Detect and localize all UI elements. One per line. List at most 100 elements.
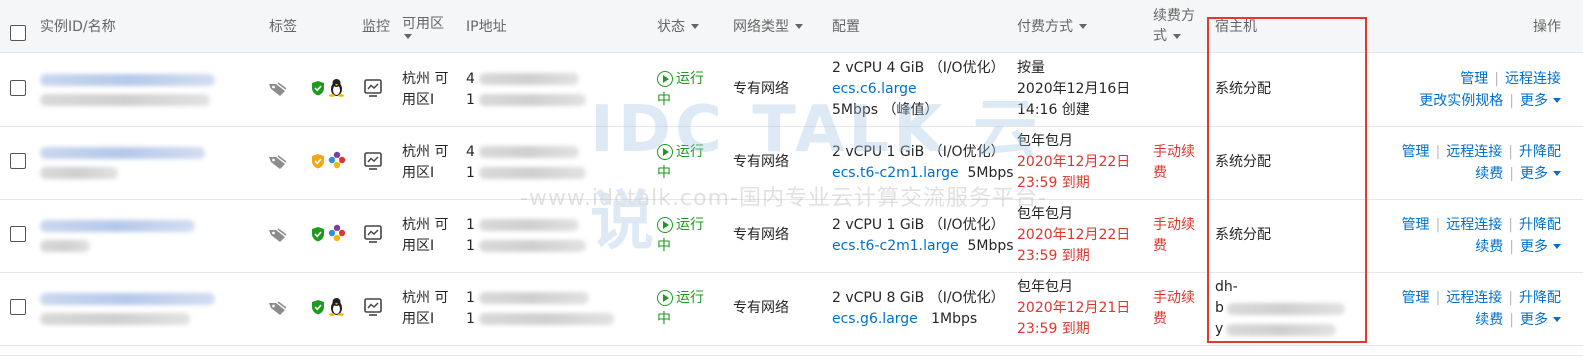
- instance-id-cell[interactable]: [40, 126, 220, 199]
- row-checkbox[interactable]: [10, 153, 26, 169]
- renew-link[interactable]: 续费: [1475, 312, 1503, 328]
- instance-id-link[interactable]: [40, 146, 205, 159]
- remote-connect-link[interactable]: 远程连接: [1446, 290, 1502, 306]
- renew-line2: 费: [1153, 164, 1167, 181]
- security-shield-icon[interactable]: [311, 80, 325, 96]
- upgrade-downgrade-link[interactable]: 升降配: [1519, 217, 1561, 233]
- instance-type-link[interactable]: ecs.g6.large: [832, 311, 918, 327]
- status-filter-caret-icon[interactable]: [691, 23, 699, 29]
- status-line1: 运行: [676, 143, 704, 160]
- renew-link[interactable]: 续费: [1475, 239, 1503, 255]
- zone-line2: 用区I: [402, 310, 435, 327]
- zone-line2: 用区I: [402, 237, 435, 254]
- monitor-chart-icon[interactable]: [364, 152, 382, 170]
- instance-id-cell[interactable]: [40, 199, 220, 272]
- monitor-chart-icon[interactable]: [364, 298, 382, 316]
- ip-private-prefix: 1: [466, 91, 475, 108]
- ip-cell: 1 1: [466, 199, 586, 272]
- manage-link[interactable]: 管理: [1402, 217, 1430, 233]
- expire-time: 23:59 到期: [1017, 248, 1090, 264]
- zone-cell: 杭州 可 用区I: [402, 53, 448, 126]
- billing-filter-caret-icon[interactable]: [1079, 23, 1087, 29]
- tag-icon[interactable]: [268, 81, 288, 97]
- zone-line1: 杭州 可: [402, 70, 449, 87]
- header-renew[interactable]: 续费方 式: [1153, 0, 1195, 52]
- renew-link[interactable]: 续费: [1475, 166, 1503, 182]
- ip-private-masked: [478, 167, 586, 179]
- zone-line1: 杭州 可: [402, 289, 449, 306]
- header-billing[interactable]: 付费方式: [1017, 0, 1087, 52]
- row-checkbox[interactable]: [10, 226, 26, 242]
- monitor-chart-icon[interactable]: [364, 225, 382, 243]
- bandwidth: 5Mbps: [967, 164, 1014, 181]
- instance-type-link[interactable]: ecs.t6-c2m1.large: [832, 165, 959, 181]
- network-filter-caret-icon[interactable]: [795, 23, 803, 29]
- separator: |: [1435, 216, 1441, 233]
- ip-public-prefix: 4: [466, 143, 475, 160]
- separator: |: [1508, 216, 1513, 233]
- instance-id-cell[interactable]: [40, 272, 220, 345]
- renew-line1: 手动续: [1153, 289, 1195, 306]
- instance-id-cell[interactable]: [40, 53, 220, 126]
- select-all-checkbox[interactable]: [10, 25, 26, 41]
- host-line1: dh-: [1215, 279, 1238, 295]
- more-dropdown[interactable]: 更多: [1520, 239, 1561, 255]
- remote-connect-link[interactable]: 远程连接: [1446, 144, 1502, 160]
- ip-public-masked: [478, 292, 589, 304]
- remote-connect-link[interactable]: 远程连接: [1446, 217, 1502, 233]
- host-cell: 系统分配: [1215, 53, 1271, 126]
- zone-filter-caret-icon[interactable]: [404, 33, 412, 39]
- header-network[interactable]: 网络类型: [733, 0, 803, 52]
- config-cell: 2 vCPU 4 GiB （I/O优化） ecs.c6.large 5Mbps …: [832, 53, 1005, 126]
- instance-id-link[interactable]: [40, 292, 215, 305]
- change-spec-link[interactable]: 更改实例规格: [1419, 93, 1503, 109]
- header-status[interactable]: 状态: [657, 0, 699, 52]
- manage-link[interactable]: 管理: [1402, 290, 1430, 306]
- upgrade-downgrade-link[interactable]: 升降配: [1519, 290, 1561, 306]
- running-status-icon: [657, 143, 673, 160]
- separator: |: [1509, 238, 1514, 255]
- remote-connect-link[interactable]: 远程连接: [1505, 71, 1561, 87]
- separator: |: [1509, 165, 1514, 182]
- more-dropdown[interactable]: 更多: [1520, 93, 1561, 109]
- upgrade-downgrade-link[interactable]: 升降配: [1519, 144, 1561, 160]
- manage-link[interactable]: 管理: [1402, 144, 1430, 160]
- security-shield-icon[interactable]: [311, 153, 325, 169]
- instance-type-link[interactable]: ecs.t6-c2m1.large: [832, 238, 959, 254]
- manage-link[interactable]: 管理: [1460, 71, 1488, 87]
- tag-icon[interactable]: [268, 154, 288, 170]
- running-status-icon: [657, 70, 673, 87]
- ip-private-prefix: 1: [466, 164, 475, 181]
- tag-icon[interactable]: [268, 227, 288, 243]
- more-dropdown[interactable]: 更多: [1520, 166, 1561, 182]
- instance-type-link[interactable]: ecs.c6.large: [832, 79, 1005, 100]
- monitor-chart-icon[interactable]: [364, 79, 382, 97]
- tag-icon[interactable]: [268, 300, 288, 316]
- renew-filter-caret-icon[interactable]: [1173, 33, 1181, 39]
- header-zone[interactable]: 可用区: [402, 0, 444, 52]
- host-value: 系统分配: [1215, 227, 1271, 243]
- ip-public-prefix: 4: [466, 70, 475, 87]
- row-checkbox[interactable]: [10, 299, 26, 315]
- host-line3-prefix: y: [1215, 321, 1224, 337]
- more-label: 更多: [1520, 165, 1548, 182]
- bandwidth: 1Mbps: [931, 310, 978, 327]
- host-cell: dh- b y: [1215, 272, 1355, 345]
- os-flower-icon: [328, 151, 346, 169]
- separator: |: [1509, 311, 1514, 328]
- expire-date: 2020年12月21日: [1017, 300, 1131, 316]
- security-shield-icon[interactable]: [311, 226, 325, 242]
- bandwidth: 5Mbps （峰值）: [832, 102, 939, 118]
- renew-cell: 手动续 费: [1153, 126, 1195, 199]
- ip-public-masked: [478, 73, 579, 85]
- more-dropdown[interactable]: 更多: [1520, 312, 1561, 328]
- security-shield-icon[interactable]: [311, 299, 325, 315]
- header-zone-label: 可用区: [402, 15, 444, 32]
- row-checkbox[interactable]: [10, 80, 26, 96]
- renew-line1: 手动续: [1153, 216, 1195, 233]
- instance-id-link[interactable]: [40, 73, 215, 86]
- table-row: 杭州 可 用区I 1 1 运行 中 专有网络 2 vCPU 8 GiB （I/O…: [0, 272, 1583, 346]
- table-row: 杭州 可 用区I 4 1 运行 中 专有网络 2 vCPU 1 GiB （I/O…: [0, 126, 1583, 200]
- instance-id-link[interactable]: [40, 219, 195, 232]
- chevron-down-icon: [1553, 244, 1561, 249]
